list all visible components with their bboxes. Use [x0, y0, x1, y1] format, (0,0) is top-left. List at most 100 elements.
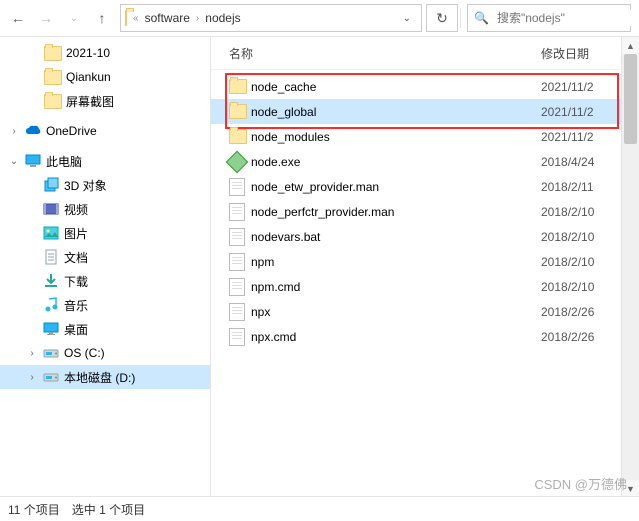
- forward-button[interactable]: →: [32, 4, 60, 32]
- drive-icon: [42, 368, 60, 386]
- music-icon: [42, 296, 60, 314]
- file-date: 2018/2/10: [541, 230, 621, 244]
- file-date: 2018/2/11: [541, 180, 621, 194]
- pictures-icon: [42, 224, 60, 242]
- search-input[interactable]: [495, 10, 639, 26]
- file-icon: [229, 178, 251, 196]
- scrollbar[interactable]: ▲ ▼: [621, 37, 639, 497]
- status-selected: 选中 1 个项目: [72, 501, 145, 518]
- file-date: 2018/2/10: [541, 280, 621, 294]
- tree-pc-item[interactable]: 桌面: [0, 317, 210, 341]
- file-icon: [229, 328, 251, 346]
- file-row[interactable]: nodevars.bat2018/2/10: [211, 224, 621, 249]
- up-button[interactable]: ↑: [88, 4, 116, 32]
- scroll-up-button[interactable]: ▲: [622, 37, 639, 54]
- file-row[interactable]: node_cache2021/11/2: [211, 74, 621, 99]
- tree-item-label: 文档: [64, 249, 88, 266]
- address-dropdown[interactable]: ⌄: [397, 13, 417, 24]
- file-date: 2021/11/2: [541, 80, 621, 94]
- toolbar: ← → ⌄ ↑ « software › nodejs ⌄ ↻ 🔍: [0, 0, 639, 37]
- file-name: npx: [251, 305, 541, 319]
- file-name: node_etw_provider.man: [251, 180, 541, 194]
- file-name: nodevars.bat: [251, 230, 541, 244]
- tree-pc-item[interactable]: 3D 对象: [0, 173, 210, 197]
- file-row[interactable]: npm.cmd2018/2/10: [211, 274, 621, 299]
- back-button[interactable]: ←: [4, 4, 32, 32]
- exe-icon: [229, 154, 251, 170]
- folder-icon: [44, 44, 62, 62]
- file-row[interactable]: node_global2021/11/2: [211, 99, 621, 124]
- desktop-icon: [42, 320, 60, 338]
- tree-onedrive[interactable]: ›OneDrive: [0, 119, 210, 143]
- tree-pc-item[interactable]: ›OS (C:): [0, 341, 210, 365]
- breadcrumb-segment[interactable]: nodejs: [205, 11, 240, 25]
- status-count: 11 个项目: [8, 501, 60, 518]
- nav-tree: 2021-10 Qiankun 屏幕截图 ›OneDrive ⌄此电脑 3D 对象视频图片…: [0, 37, 211, 497]
- tree-item-label: Qiankun: [66, 70, 111, 84]
- file-icon: [229, 228, 251, 246]
- chevron-icon: «: [133, 13, 139, 24]
- search-box[interactable]: 🔍: [467, 4, 631, 32]
- search-icon: 🔍: [474, 11, 489, 25]
- refresh-button[interactable]: ↻: [426, 4, 458, 32]
- tree-pc-item[interactable]: ›本地磁盘 (D:): [0, 365, 210, 389]
- watermark: CSDN @万德佛: [534, 474, 627, 493]
- tree-item-label: 本地磁盘 (D:): [64, 369, 135, 386]
- scroll-thumb[interactable]: [624, 54, 637, 144]
- tree-item-label: 音乐: [64, 297, 88, 314]
- scroll-track[interactable]: [622, 54, 639, 480]
- file-row[interactable]: npx2018/2/26: [211, 299, 621, 324]
- file-name: npm.cmd: [251, 280, 541, 294]
- file-icon: [229, 203, 251, 221]
- tree-pc-item[interactable]: 图片: [0, 221, 210, 245]
- file-name: npx.cmd: [251, 330, 541, 344]
- folder-icon: [44, 68, 62, 86]
- 3d-icon: [42, 176, 60, 194]
- file-date: 2018/2/26: [541, 330, 621, 344]
- file-row[interactable]: node.exe2018/4/24: [211, 149, 621, 174]
- file-row[interactable]: node_modules2021/11/2: [211, 124, 621, 149]
- tree-pc-item[interactable]: 视频: [0, 197, 210, 221]
- file-date: 2018/2/26: [541, 305, 621, 319]
- chevron-right-icon: ›: [196, 13, 199, 24]
- breadcrumb-segment[interactable]: software: [145, 11, 190, 25]
- address-bar[interactable]: « software › nodejs ⌄: [120, 4, 422, 32]
- file-row[interactable]: node_etw_provider.man2018/2/11: [211, 174, 621, 199]
- tree-recent-item[interactable]: 2021-10: [0, 41, 210, 65]
- folder-icon: [44, 92, 62, 110]
- status-bar: 11 个项目 选中 1 个项目: [0, 496, 639, 521]
- file-row[interactable]: node_perfctr_provider.man2018/2/10: [211, 199, 621, 224]
- file-date: 2018/2/10: [541, 255, 621, 269]
- file-pane: 名称 修改日期 node_cache2021/11/2node_global20…: [211, 37, 621, 497]
- tree-recent-item[interactable]: Qiankun: [0, 65, 210, 89]
- tree-item-label: OS (C:): [64, 346, 105, 360]
- column-headers[interactable]: 名称 修改日期: [211, 37, 621, 70]
- file-icon: [229, 303, 251, 321]
- separator: [460, 8, 461, 28]
- folder-icon: [125, 11, 127, 25]
- file-date: 2021/11/2: [541, 105, 621, 119]
- pc-icon: [24, 152, 42, 170]
- column-date[interactable]: 修改日期: [541, 45, 621, 62]
- tree-item-label: 屏幕截图: [66, 93, 114, 110]
- column-name[interactable]: 名称: [229, 45, 541, 62]
- tree-item-label: 下载: [64, 273, 88, 290]
- tree-item-label: 3D 对象: [64, 177, 107, 194]
- tree-item-label: 图片: [64, 225, 88, 242]
- tree-item-label: 此电脑: [46, 153, 82, 170]
- tree-pc-item[interactable]: 文档: [0, 245, 210, 269]
- tree-recent-item[interactable]: 屏幕截图: [0, 89, 210, 113]
- folder-icon: [229, 104, 251, 119]
- folder-icon: [229, 79, 251, 94]
- tree-pc-item[interactable]: 下载: [0, 269, 210, 293]
- tree-item-label: OneDrive: [46, 124, 97, 138]
- file-name: node.exe: [251, 155, 541, 169]
- tree-thispc[interactable]: ⌄此电脑: [0, 149, 210, 173]
- file-row[interactable]: npx.cmd2018/2/26: [211, 324, 621, 349]
- video-icon: [42, 200, 60, 218]
- tree-pc-item[interactable]: 音乐: [0, 293, 210, 317]
- file-row[interactable]: npm2018/2/10: [211, 249, 621, 274]
- recent-dropdown[interactable]: ⌄: [60, 4, 88, 32]
- onedrive-icon: [24, 122, 42, 140]
- tree-item-label: 2021-10: [66, 46, 110, 60]
